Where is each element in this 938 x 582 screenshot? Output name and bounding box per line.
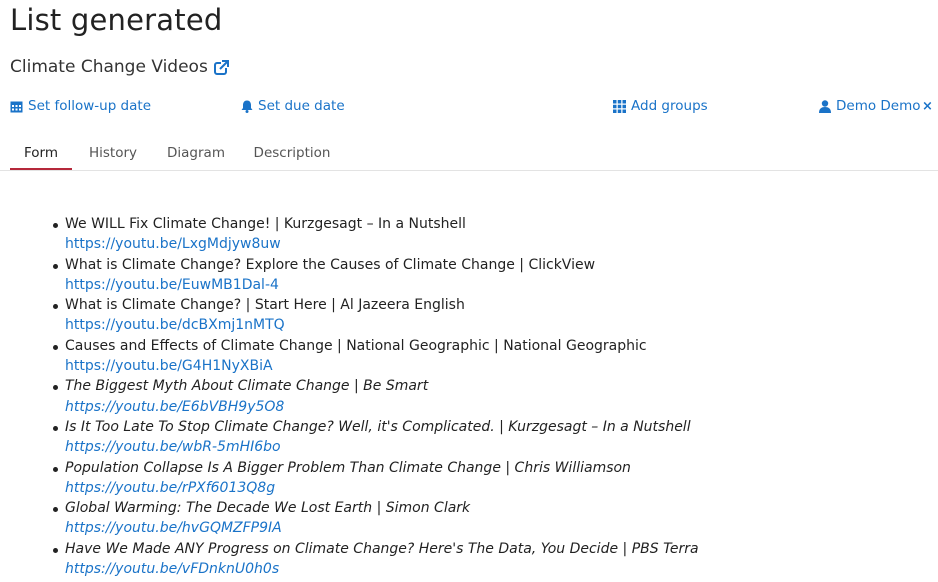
list-item: The Biggest Myth About Climate Change | … (50, 376, 699, 417)
subtitle-text: Climate Change Videos (10, 57, 208, 77)
list-subtitle: Climate Change Videos (10, 57, 229, 77)
video-title: What is Climate Change? Explore the Caus… (65, 256, 596, 273)
list-item: We WILL Fix Climate Change! | Kurzgesagt… (50, 214, 699, 255)
bell-icon (241, 100, 253, 113)
assigned-user[interactable]: Demo Demo (819, 98, 921, 114)
external-link-icon[interactable] (213, 59, 229, 75)
video-title: Causes and Effects of Climate Change | N… (65, 337, 647, 354)
video-title: The Biggest Myth About Climate Change | … (65, 378, 429, 395)
video-link[interactable]: https://youtu.be/E6bVBH9y5O8 (65, 397, 699, 417)
list-item: Have We Made ANY Progress on Climate Cha… (50, 539, 699, 580)
video-title: What is Climate Change? | Start Here | A… (65, 297, 465, 314)
video-link[interactable]: https://youtu.be/wbR-5mHI6bo (65, 437, 699, 457)
calendar-icon (10, 101, 23, 112)
tab-form[interactable]: Form (10, 138, 72, 170)
video-link[interactable]: https://youtu.be/G4H1NyXBiA (65, 356, 699, 376)
assigned-user-name: Demo Demo (836, 98, 921, 114)
set-followup-date-label: Set follow-up date (28, 98, 152, 114)
tab-description[interactable]: Description (250, 138, 334, 168)
tab-bar: Form History Diagram Description (0, 138, 938, 171)
add-groups-label: Add groups (631, 98, 708, 114)
video-title: We WILL Fix Climate Change! | Kurzgesagt… (65, 216, 466, 232)
remove-user-icon[interactable]: × (922, 99, 933, 114)
list-item: Global Warming: The Decade We Lost Earth… (50, 498, 699, 539)
video-link[interactable]: https://youtu.be/rPXf6013Q8g (65, 478, 699, 498)
add-groups-button[interactable]: Add groups (613, 98, 708, 114)
list-item: What is Climate Change? Explore the Caus… (50, 255, 699, 296)
user-icon (819, 99, 831, 113)
set-due-date-label: Set due date (258, 98, 345, 114)
page-title: List generated (10, 3, 223, 37)
video-title: Population Collapse Is A Bigger Problem … (65, 459, 631, 476)
tab-diagram[interactable]: Diagram (163, 138, 229, 168)
list-item: What is Climate Change? | Start Here | A… (50, 295, 699, 336)
video-link[interactable]: https://youtu.be/EuwMB1Dal-4 (65, 275, 699, 295)
set-followup-date-button[interactable]: Set follow-up date (10, 98, 151, 114)
video-link[interactable]: https://youtu.be/hvGQMZFP9IA (65, 518, 699, 538)
set-due-date-button[interactable]: Set due date (241, 98, 345, 114)
list-item: Population Collapse Is A Bigger Problem … (50, 458, 699, 499)
tab-history[interactable]: History (82, 138, 144, 168)
video-title: Global Warming: The Decade We Lost Earth… (65, 500, 471, 517)
grid-icon (613, 99, 626, 113)
action-bar: Set follow-up date Set due date Add grou… (0, 98, 938, 120)
list-item: Causes and Effects of Climate Change | N… (50, 336, 699, 377)
video-list: We WILL Fix Climate Change! | Kurzgesagt… (50, 214, 699, 579)
video-title: Is It Too Late To Stop Climate Change? W… (65, 418, 691, 435)
video-link[interactable]: https://youtu.be/vFDnknU0h0s (65, 559, 699, 579)
list-item: Is It Too Late To Stop Climate Change? W… (50, 417, 699, 458)
video-link[interactable]: https://youtu.be/LxgMdjyw8uw (65, 234, 699, 254)
video-title: Have We Made ANY Progress on Climate Cha… (65, 540, 699, 557)
video-link[interactable]: https://youtu.be/dcBXmj1nMTQ (65, 315, 699, 335)
